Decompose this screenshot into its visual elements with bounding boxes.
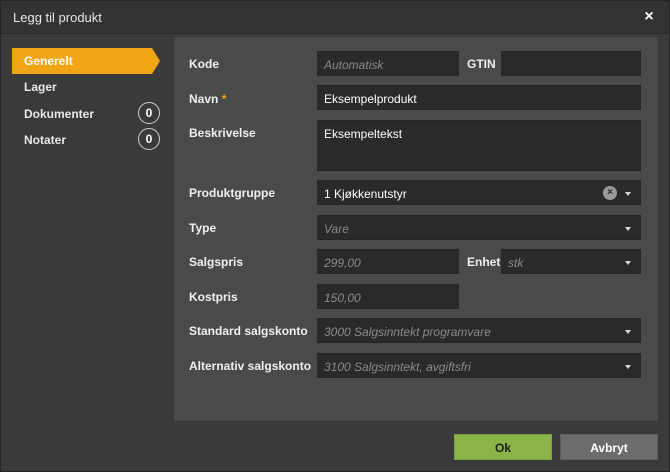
navn-label: Navn * bbox=[189, 92, 226, 106]
alternativ-salgskonto-select[interactable]: 3100 Salgsinntekt, avgiftsfri bbox=[317, 353, 641, 378]
sidebar-item-lager[interactable]: Lager bbox=[12, 74, 152, 100]
sidebar-item-label: Generelt bbox=[24, 54, 73, 68]
form-panel: Kode Automatisk GTIN Navn * Eksempelprod… bbox=[174, 37, 658, 421]
chevron-down-icon[interactable] bbox=[625, 261, 631, 265]
dialog-titlebar: Legg til produkt × bbox=[1, 1, 669, 34]
dialog-title: Legg til produkt bbox=[13, 10, 102, 25]
standard-salgskonto-placeholder: 3000 Salgsinntekt programvare bbox=[324, 325, 491, 339]
chevron-down-icon[interactable] bbox=[625, 192, 631, 196]
enhet-label: Enhet bbox=[467, 255, 501, 269]
enhet-placeholder: stk bbox=[508, 256, 524, 270]
navn-label-text: Navn bbox=[189, 92, 219, 106]
salgspris-label: Salgspris bbox=[189, 255, 244, 269]
produktgruppe-value: 1 Kjøkkenutstyr bbox=[324, 187, 407, 201]
cancel-button[interactable]: Avbryt bbox=[560, 434, 658, 460]
type-placeholder: Vare bbox=[324, 222, 349, 236]
kode-label: Kode bbox=[189, 57, 219, 71]
standard-salgskonto-select[interactable]: 3000 Salgsinntekt programvare bbox=[317, 318, 641, 343]
gtin-label: GTIN bbox=[467, 57, 496, 71]
beskrivelse-value: Eksempeltekst bbox=[324, 127, 403, 141]
kostpris-input[interactable]: 150,00 bbox=[317, 284, 459, 309]
sidebar-item-label: Dokumenter bbox=[24, 107, 95, 121]
count-badge: 0 bbox=[138, 128, 160, 150]
count-badge: 0 bbox=[138, 102, 160, 124]
kode-input[interactable]: Automatisk bbox=[317, 51, 459, 76]
sidebar-item-label: Notater bbox=[24, 133, 67, 147]
salgspris-placeholder: 299,00 bbox=[324, 256, 361, 270]
produktgruppe-label: Produktgruppe bbox=[189, 186, 275, 200]
kostpris-placeholder: 150,00 bbox=[324, 291, 361, 305]
salgspris-input[interactable]: 299,00 bbox=[317, 249, 459, 274]
ok-button[interactable]: Ok bbox=[454, 434, 552, 460]
type-label: Type bbox=[189, 221, 217, 235]
close-icon[interactable]: × bbox=[639, 7, 659, 27]
chevron-down-icon[interactable] bbox=[625, 227, 631, 231]
sidebar-item-label: Lager bbox=[24, 80, 57, 94]
beskrivelse-label: Beskrivelse bbox=[189, 126, 256, 140]
gtin-input[interactable] bbox=[501, 51, 641, 76]
alternativ-salgskonto-label: Alternativ salgskonto bbox=[189, 359, 312, 373]
chevron-down-icon[interactable] bbox=[625, 365, 631, 369]
standard-salgskonto-label: Standard salgskonto bbox=[189, 324, 308, 338]
alternativ-salgskonto-placeholder: 3100 Salgsinntekt, avgiftsfri bbox=[324, 360, 471, 374]
required-marker: * bbox=[221, 92, 227, 106]
sidebar-item-generelt[interactable]: Generelt bbox=[12, 48, 160, 74]
enhet-select[interactable]: stk bbox=[501, 249, 641, 274]
kostpris-label: Kostpris bbox=[189, 290, 238, 304]
type-select[interactable]: Vare bbox=[317, 215, 641, 240]
produktgruppe-select[interactable]: 1 Kjøkkenutstyr × bbox=[317, 180, 641, 205]
clear-icon[interactable]: × bbox=[603, 186, 617, 200]
beskrivelse-textarea[interactable]: Eksempeltekst bbox=[317, 120, 641, 171]
navn-input[interactable]: Eksempelprodukt bbox=[317, 85, 641, 110]
kode-placeholder: Automatisk bbox=[324, 58, 384, 72]
sidebar-item-notater[interactable]: Notater 0 bbox=[12, 127, 160, 153]
add-product-dialog: Legg til produkt × Generelt Lager Dokume… bbox=[0, 0, 670, 472]
sidebar: Generelt Lager Dokumenter 0 Notater 0 bbox=[1, 34, 173, 422]
sidebar-item-dokumenter[interactable]: Dokumenter 0 bbox=[12, 101, 160, 127]
chevron-down-icon[interactable] bbox=[625, 330, 631, 334]
navn-value: Eksempelprodukt bbox=[324, 92, 417, 106]
